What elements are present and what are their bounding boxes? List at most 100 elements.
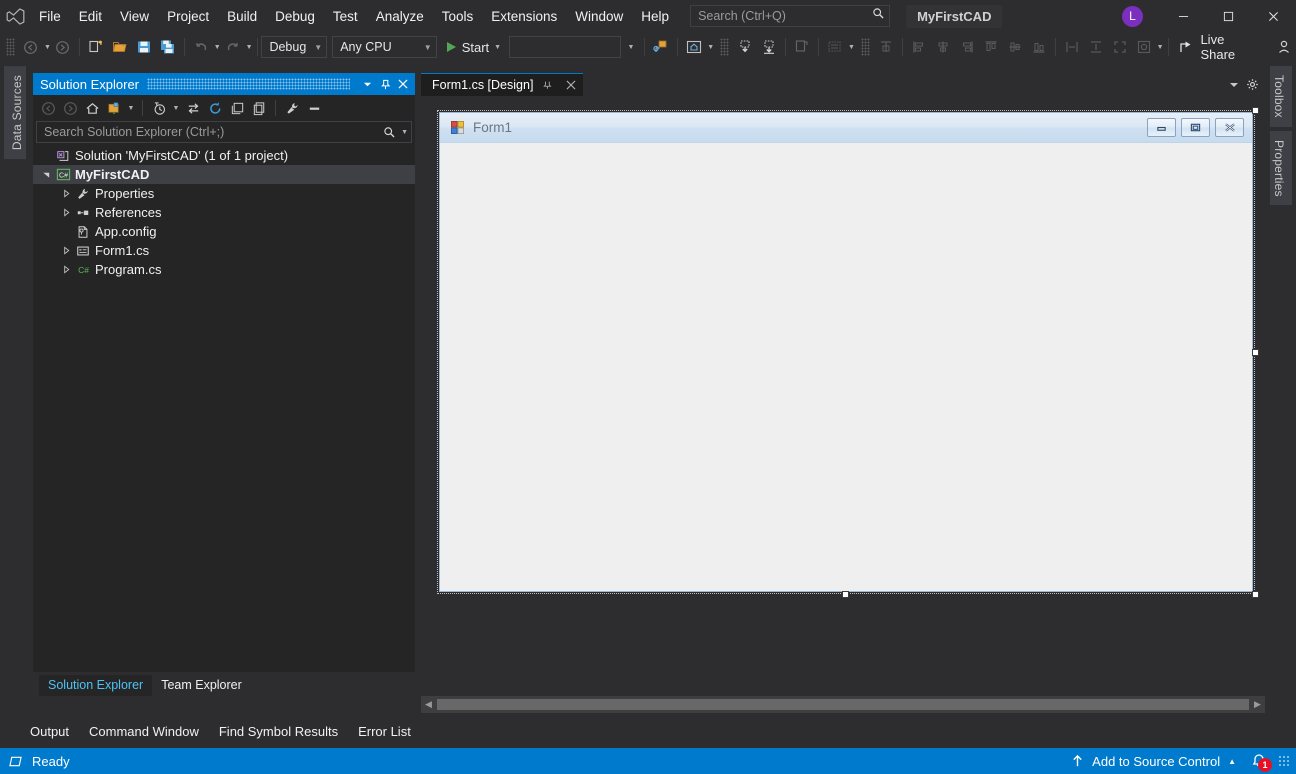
editor-tab-form1-design[interactable]: Form1.cs [Design]: [421, 73, 584, 96]
tab-order-dropdown-icon[interactable]: ▼: [848, 44, 855, 51]
tree-item-solution[interactable]: Solution 'MyFirstCAD' (1 of 1 project): [33, 146, 415, 165]
menu-item-tools[interactable]: Tools: [433, 0, 483, 32]
solution-platform-combo[interactable]: Any CPU ▼: [332, 36, 437, 58]
solution-configuration-combo[interactable]: Debug ▼: [261, 36, 328, 58]
menu-item-file[interactable]: File: [30, 0, 70, 32]
dock-tab-data-sources[interactable]: Data Sources: [4, 66, 26, 160]
make-same-width-icon[interactable]: [1060, 35, 1084, 59]
expander-collapsed-icon[interactable]: [59, 246, 74, 255]
tab-find-symbol-results[interactable]: Find Symbol Results: [209, 720, 348, 742]
tree-item-app-config[interactable]: App.config: [33, 222, 415, 241]
align-bottoms-icon[interactable]: [1027, 35, 1051, 59]
menu-item-build[interactable]: Build: [218, 0, 266, 32]
lock-controls-icon[interactable]: [1132, 35, 1156, 59]
align-middles-icon[interactable]: [1003, 35, 1027, 59]
align-rights-icon[interactable]: [955, 35, 979, 59]
preview-in-browser-icon[interactable]: [682, 35, 706, 59]
save-icon[interactable]: [132, 35, 156, 59]
properties-wrench-icon[interactable]: [281, 97, 303, 119]
expander-collapsed-icon[interactable]: [59, 208, 74, 217]
toolbar-grip[interactable]: [720, 38, 730, 56]
designer-horizontal-scrollbar[interactable]: ◀ ▶: [421, 696, 1265, 713]
menu-item-help[interactable]: Help: [632, 0, 678, 32]
notifications-button[interactable]: 1: [1242, 748, 1276, 774]
redo-icon[interactable]: [221, 35, 245, 59]
form-designer-surface[interactable]: Form1: [421, 96, 1265, 696]
align-tops-icon[interactable]: [979, 35, 1003, 59]
panel-menu-icon[interactable]: [358, 74, 376, 94]
collapse-all-icon[interactable]: [226, 97, 248, 119]
scroll-right-icon[interactable]: ▶: [1250, 696, 1265, 713]
new-project-icon[interactable]: [84, 35, 108, 59]
select-tool-icon[interactable]: [649, 35, 673, 59]
view-designer-icon[interactable]: [303, 97, 325, 119]
home-icon[interactable]: [81, 97, 103, 119]
add-to-source-control-button[interactable]: Add to Source Control ▲: [1065, 748, 1242, 774]
close-icon[interactable]: [563, 76, 579, 94]
toolbar-grip[interactable]: [6, 38, 15, 56]
windows-form-preview[interactable]: Form1: [439, 112, 1253, 592]
expander-collapsed-icon[interactable]: [59, 265, 74, 274]
toolbar-search-field[interactable]: [509, 36, 621, 58]
align-to-grid-icon[interactable]: [874, 35, 898, 59]
tree-item-properties[interactable]: Properties: [33, 184, 415, 203]
tab-error-list[interactable]: Error List: [348, 720, 421, 742]
close-icon[interactable]: [394, 74, 412, 94]
step-over-icon[interactable]: [757, 35, 781, 59]
global-search-box[interactable]: Search (Ctrl+Q): [690, 5, 891, 27]
tab-order-icon[interactable]: [823, 35, 847, 59]
step-into-icon[interactable]: [733, 35, 757, 59]
show-all-files-icon[interactable]: [248, 97, 270, 119]
forward-icon[interactable]: [59, 97, 81, 119]
tab-solution-explorer[interactable]: Solution Explorer: [39, 675, 153, 696]
resize-handle-top-right[interactable]: [1252, 107, 1259, 114]
dock-tab-toolbox[interactable]: Toolbox: [1270, 66, 1292, 127]
navigate-backward-dropdown-icon[interactable]: ▼: [44, 44, 51, 51]
form-minimize-button[interactable]: [1147, 118, 1176, 137]
size-to-grid-icon[interactable]: [1108, 35, 1132, 59]
active-files-dropdown-icon[interactable]: [1225, 75, 1243, 95]
live-share-button[interactable]: Live Share: [1172, 32, 1259, 62]
pin-icon[interactable]: [376, 74, 394, 94]
menu-item-test[interactable]: Test: [324, 0, 367, 32]
tab-team-explorer[interactable]: Team Explorer: [152, 675, 251, 696]
start-debug-button[interactable]: Start ▼: [442, 35, 506, 59]
avatar[interactable]: L: [1122, 5, 1143, 27]
menu-item-window[interactable]: Window: [566, 0, 632, 32]
resize-handle-middle-right[interactable]: [1252, 349, 1259, 356]
redo-dropdown-icon[interactable]: ▼: [246, 44, 253, 51]
toolbar-grip[interactable]: [860, 38, 870, 56]
menu-item-edit[interactable]: Edit: [70, 0, 111, 32]
form-client-area[interactable]: [440, 143, 1252, 591]
tree-item-form1-cs[interactable]: Form1.cs: [33, 241, 415, 260]
pending-changes-dropdown-icon[interactable]: ▼: [125, 97, 137, 119]
refresh-icon[interactable]: [204, 97, 226, 119]
tree-item-program-cs[interactable]: C# Program.cs: [33, 260, 415, 279]
expander-expanded-icon[interactable]: [39, 170, 54, 179]
maximize-button[interactable]: [1206, 0, 1251, 32]
undo-dropdown-icon[interactable]: ▼: [214, 44, 221, 51]
resize-handle-bottom-center[interactable]: [842, 591, 849, 598]
history-dropdown-icon[interactable]: ▼: [170, 97, 182, 119]
pending-changes-history-icon[interactable]: [148, 97, 170, 119]
save-all-icon[interactable]: [156, 35, 180, 59]
tab-output[interactable]: Output: [20, 720, 79, 742]
form-close-button[interactable]: [1215, 118, 1244, 137]
pending-changes-filter-icon[interactable]: [103, 97, 125, 119]
preview-dropdown-icon[interactable]: ▼: [707, 44, 714, 51]
navigate-forward-icon[interactable]: [51, 35, 75, 59]
panel-drag-dots[interactable]: [147, 78, 350, 90]
sync-with-active-document-icon[interactable]: [182, 97, 204, 119]
tree-item-project[interactable]: C# MyFirstCAD: [33, 165, 415, 184]
pin-icon[interactable]: [540, 76, 556, 94]
gear-icon[interactable]: [1243, 75, 1261, 95]
dock-tab-properties[interactable]: Properties: [1270, 130, 1292, 206]
copy-icon[interactable]: [790, 35, 814, 59]
scrollbar-thumb[interactable]: [437, 699, 1249, 710]
menu-item-project[interactable]: Project: [158, 0, 218, 32]
solution-explorer-search-input[interactable]: Search Solution Explorer (Ctrl+;) ▼: [36, 121, 412, 143]
undo-icon[interactable]: [189, 35, 213, 59]
back-icon[interactable]: [37, 97, 59, 119]
scroll-left-icon[interactable]: ◀: [421, 696, 436, 713]
resize-grip[interactable]: [1278, 755, 1290, 767]
